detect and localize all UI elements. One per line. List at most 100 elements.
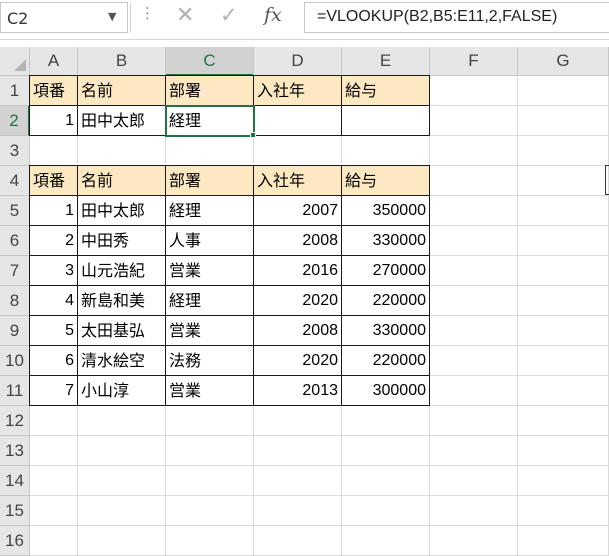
table-cell[interactable]: 山元浩紀 <box>77 255 166 286</box>
table-cell[interactable]: 田中太郎 <box>77 105 166 136</box>
grid-cell[interactable] <box>30 436 78 466</box>
name-box[interactable]: C2 ▼ <box>0 2 128 33</box>
table-cell[interactable]: 300000 <box>341 375 430 406</box>
table-cell[interactable]: 2016 <box>253 255 342 286</box>
grid-cell[interactable] <box>254 496 342 526</box>
grid-cell[interactable] <box>78 466 166 496</box>
grid-cell[interactable] <box>430 286 518 316</box>
row-header-5[interactable]: 5 <box>0 196 30 226</box>
grid-cell[interactable] <box>166 406 254 436</box>
more-icon[interactable]: ⋮ <box>140 6 155 21</box>
row-header-1[interactable]: 1 <box>0 76 30 106</box>
table-cell[interactable]: 経理 <box>165 105 254 136</box>
grid-cell[interactable] <box>30 136 78 166</box>
table-cell[interactable]: 330000 <box>341 225 430 256</box>
grid-cell[interactable] <box>78 406 166 436</box>
row-header-12[interactable]: 12 <box>0 406 30 436</box>
table-cell[interactable]: 5 <box>29 315 78 346</box>
table-cell[interactable]: 6 <box>29 345 78 376</box>
grid-cell[interactable] <box>430 106 518 136</box>
row-header-4[interactable]: 4 <box>0 166 30 196</box>
grid-cell[interactable] <box>518 316 609 346</box>
table-header-cell[interactable]: 部署 <box>165 75 254 106</box>
table-header-cell[interactable]: 項番 <box>29 165 78 196</box>
grid-cell[interactable] <box>430 256 518 286</box>
table-cell[interactable]: 1 <box>29 105 78 136</box>
table-cell[interactable]: 220000 <box>341 285 430 316</box>
fill-handle[interactable] <box>250 132 256 138</box>
grid-cell[interactable] <box>78 136 166 166</box>
grid-cell[interactable] <box>30 526 78 556</box>
grid-cell[interactable] <box>518 466 609 496</box>
grid-cell[interactable] <box>254 436 342 466</box>
grid-cell[interactable] <box>518 376 609 406</box>
row-header-9[interactable]: 9 <box>0 316 30 346</box>
table-cell[interactable]: 太田基弘 <box>77 315 166 346</box>
table-cell[interactable]: 7 <box>29 375 78 406</box>
grid-cell[interactable] <box>30 406 78 436</box>
column-header-e[interactable]: E <box>342 47 430 76</box>
grid-cell[interactable] <box>518 346 609 376</box>
row-header-16[interactable]: 16 <box>0 526 30 556</box>
select-all-button[interactable] <box>0 47 30 76</box>
table-cell[interactable]: 2008 <box>253 225 342 256</box>
grid-cell[interactable] <box>342 136 430 166</box>
table-header-cell[interactable]: 給与 <box>341 165 430 196</box>
row-header-13[interactable]: 13 <box>0 436 30 466</box>
row-header-10[interactable]: 10 <box>0 346 30 376</box>
table-cell[interactable]: 経理 <box>165 285 254 316</box>
grid-cell[interactable] <box>518 496 609 526</box>
insert-function-icon[interactable]: fx <box>264 4 282 26</box>
grid-cell[interactable] <box>518 136 609 166</box>
table-cell[interactable]: 営業 <box>165 255 254 286</box>
grid-cell[interactable] <box>166 496 254 526</box>
table-cell[interactable]: 2 <box>29 225 78 256</box>
grid-cell[interactable] <box>518 526 609 556</box>
column-header-a[interactable]: A <box>30 47 78 76</box>
table-cell[interactable]: 220000 <box>341 345 430 376</box>
grid-cell[interactable] <box>430 316 518 346</box>
table-cell[interactable]: 3 <box>29 255 78 286</box>
grid-cell[interactable] <box>30 496 78 526</box>
row-header-2[interactable]: 2 <box>0 106 30 136</box>
grid-cell[interactable] <box>342 496 430 526</box>
table-cell[interactable]: 新島和美 <box>77 285 166 316</box>
table-cell[interactable]: 経理 <box>165 195 254 226</box>
chevron-down-icon[interactable]: ▼ <box>108 10 116 23</box>
row-header-14[interactable]: 14 <box>0 466 30 496</box>
grid-cell[interactable] <box>254 136 342 166</box>
table-cell[interactable] <box>253 105 342 136</box>
grid-cell[interactable] <box>78 436 166 466</box>
row-header-11[interactable]: 11 <box>0 376 30 406</box>
table-cell[interactable]: 2020 <box>253 285 342 316</box>
table-cell[interactable]: 中田秀 <box>77 225 166 256</box>
column-header-f[interactable]: F <box>430 47 518 76</box>
row-header-8[interactable]: 8 <box>0 286 30 316</box>
grid-cell[interactable] <box>518 196 609 226</box>
grid-cell[interactable] <box>430 496 518 526</box>
formula-input[interactable]: =VLOOKUP(B2,B5:E11,2,FALSE) <box>304 2 609 33</box>
grid-cell[interactable] <box>166 436 254 466</box>
row-header-7[interactable]: 7 <box>0 256 30 286</box>
table-cell[interactable]: 法務 <box>165 345 254 376</box>
row-header-3[interactable]: 3 <box>0 136 30 166</box>
grid-cell[interactable] <box>254 526 342 556</box>
grid-cell[interactable] <box>430 196 518 226</box>
table-cell[interactable]: 清水絵空 <box>77 345 166 376</box>
grid-cell[interactable] <box>430 136 518 166</box>
table-header-cell[interactable]: 入社年 <box>253 165 342 196</box>
column-header-g[interactable]: G <box>518 47 609 76</box>
grid-cell[interactable] <box>254 466 342 496</box>
grid-cell[interactable] <box>430 166 518 196</box>
table-header-cell[interactable]: 部署 <box>165 165 254 196</box>
enter-icon[interactable]: ✓ <box>220 3 238 27</box>
table-cell[interactable]: 営業 <box>165 315 254 346</box>
grid-cell[interactable] <box>342 436 430 466</box>
cancel-icon[interactable]: ✕ <box>176 3 194 28</box>
row-header-15[interactable]: 15 <box>0 496 30 526</box>
grid-cell[interactable] <box>518 436 609 466</box>
table-cell[interactable]: 小山淳 <box>77 375 166 406</box>
grid-cell[interactable] <box>166 466 254 496</box>
table-header-cell[interactable]: 入社年 <box>253 75 342 106</box>
grid-cell[interactable] <box>430 376 518 406</box>
